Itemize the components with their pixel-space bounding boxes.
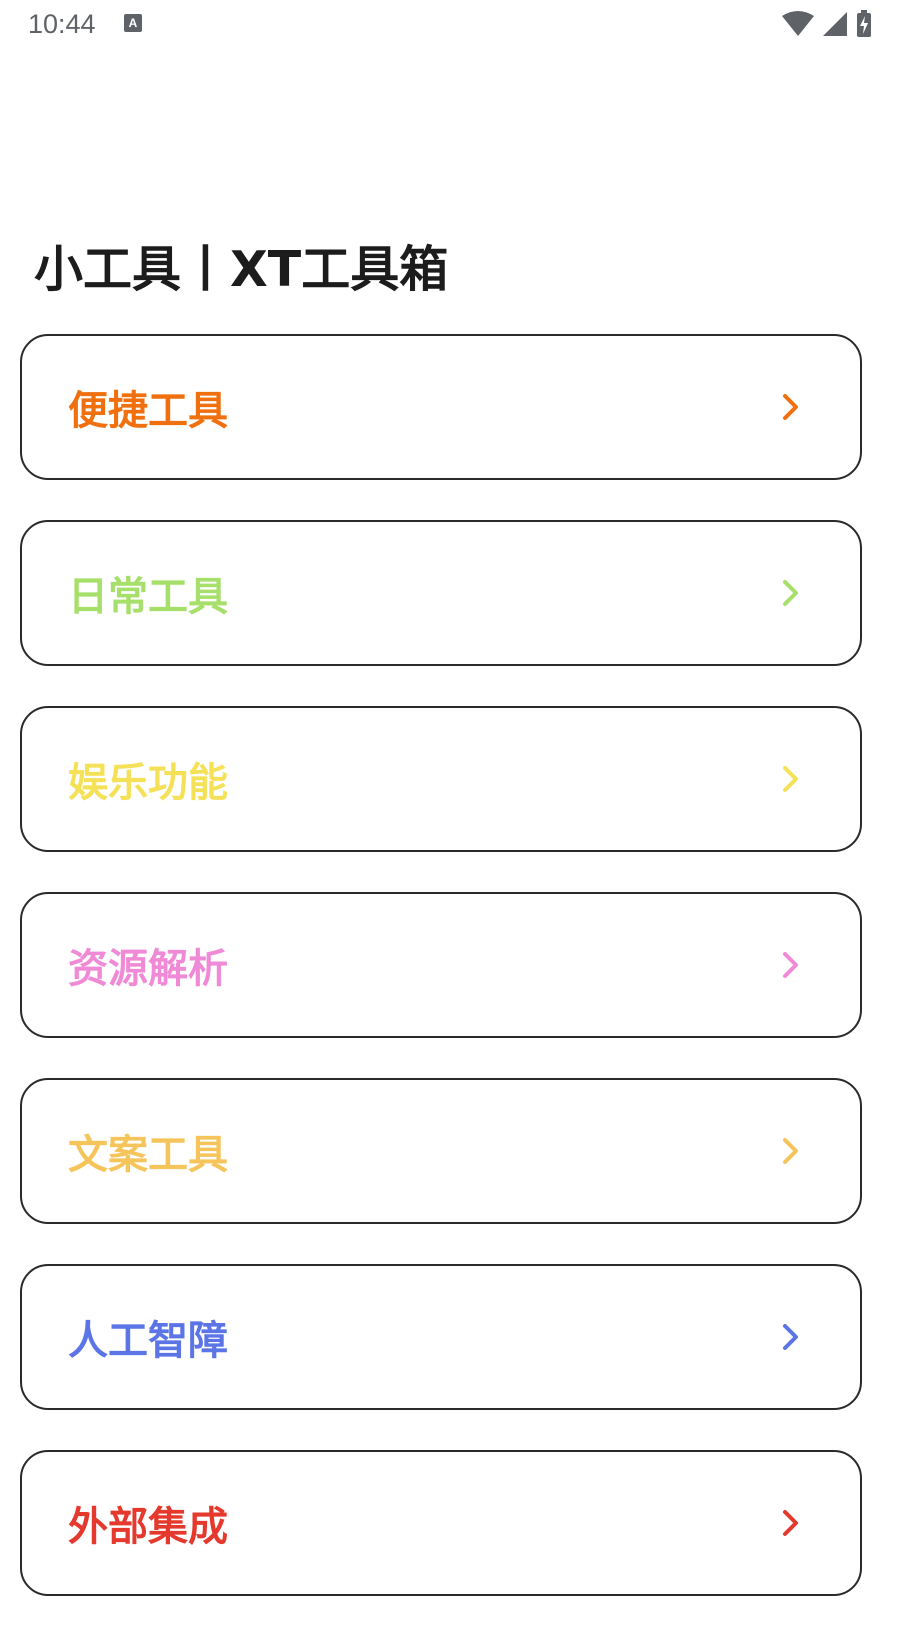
menu-card[interactable]: 人工智障 (20, 1264, 862, 1410)
status-bar: 10:44 A (0, 0, 900, 50)
menu-card-label: 文案工具 (68, 1132, 228, 1178)
chevron-right-icon (783, 1138, 798, 1164)
status-icons (782, 10, 872, 38)
chevron-right-icon (783, 580, 798, 606)
menu-card[interactable]: 便捷工具 (20, 334, 862, 480)
menu-card-label: 娱乐功能 (68, 760, 228, 806)
menu-card[interactable]: 外部集成 (20, 1450, 862, 1596)
menu-card-label: 资源解析 (68, 946, 228, 992)
menu-list: 便捷工具日常工具娱乐功能资源解析文案工具人工智障外部集成 (20, 334, 862, 1636)
wifi-icon (782, 11, 814, 36)
menu-card-label: 外部集成 (68, 1504, 228, 1550)
status-time: 10:44 (28, 9, 96, 39)
chevron-right-icon (783, 952, 798, 978)
chevron-right-icon (783, 394, 798, 420)
menu-card-label: 日常工具 (68, 574, 228, 620)
battery-charging-icon (857, 10, 871, 37)
chevron-right-icon (783, 766, 798, 792)
menu-card[interactable]: 娱乐功能 (20, 706, 862, 852)
page-title: 小工具丨XT工具箱 (34, 241, 449, 298)
chevron-right-icon (783, 1324, 798, 1350)
notification-icon: A (124, 14, 142, 32)
signal-icon (823, 12, 847, 36)
menu-card[interactable]: 日常工具 (20, 520, 862, 666)
menu-card-label: 便捷工具 (68, 388, 228, 434)
chevron-right-icon (783, 1510, 798, 1536)
menu-card[interactable]: 资源解析 (20, 892, 862, 1038)
menu-card[interactable]: 文案工具 (20, 1078, 862, 1224)
menu-card-label: 人工智障 (68, 1318, 228, 1364)
